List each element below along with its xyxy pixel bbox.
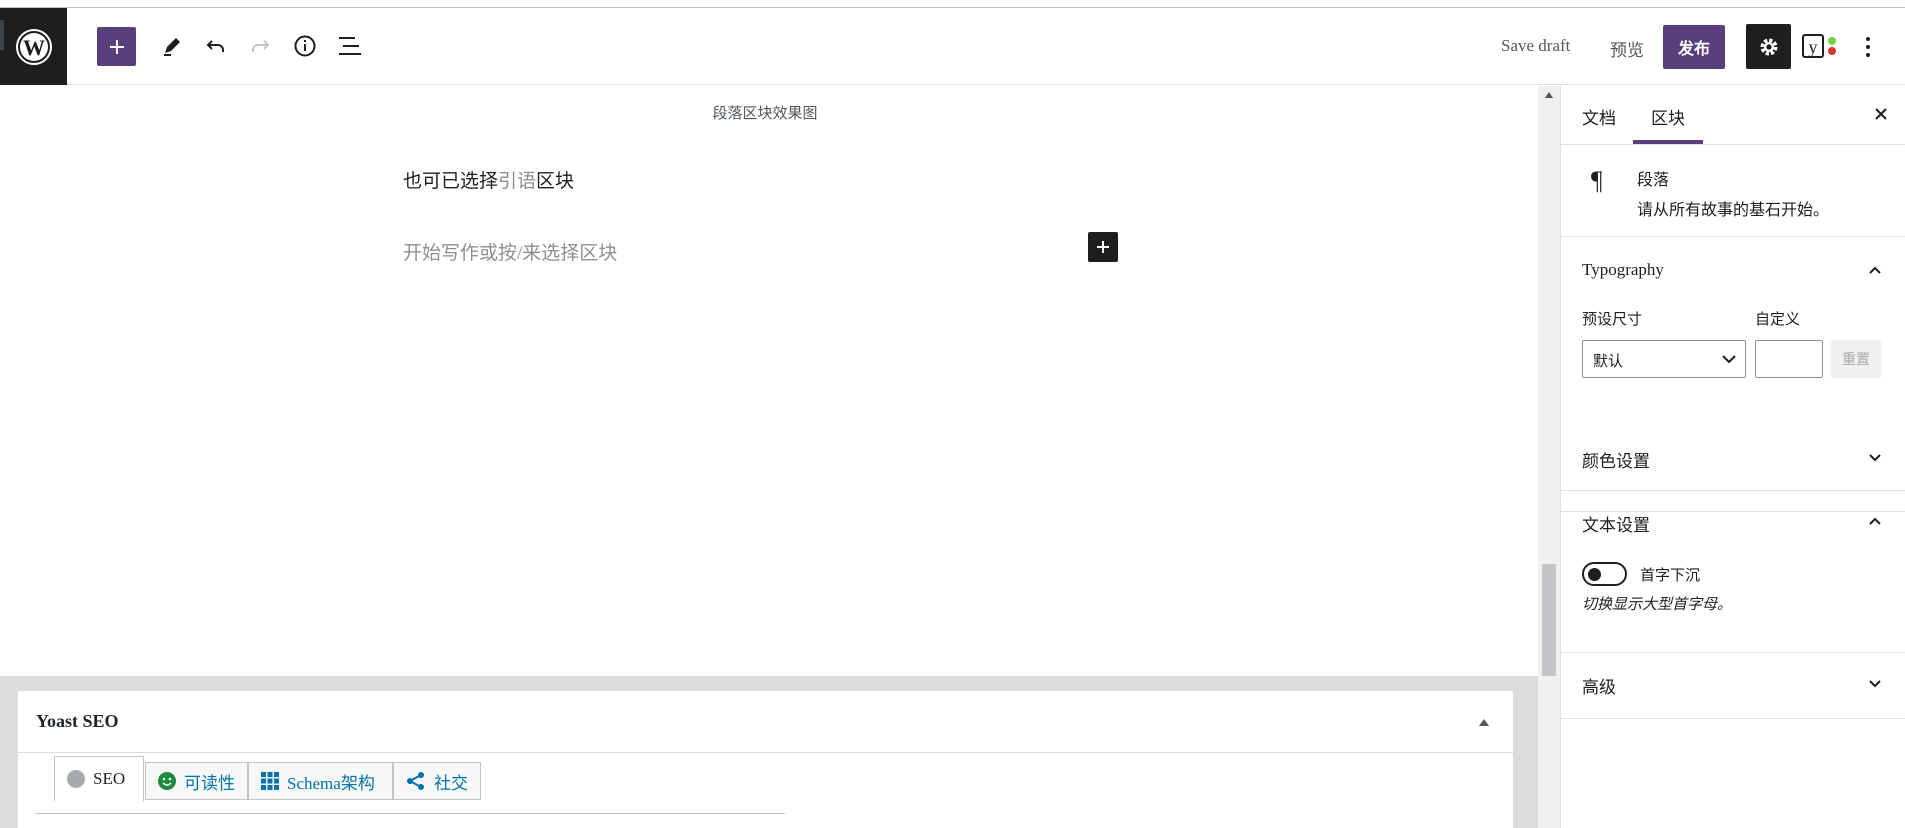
chevron-up-icon[interactable] xyxy=(1868,514,1882,528)
wordpress-logo-button[interactable]: W xyxy=(0,8,67,85)
details-button[interactable] xyxy=(285,26,325,66)
wordpress-icon: W xyxy=(15,28,52,65)
drop-cap-help: 切换显示大型首字母。 xyxy=(1582,597,1733,613)
block-card: ¶ 段落 请从所有故事的基石开始。 xyxy=(1561,146,1905,237)
list-view-button[interactable] xyxy=(330,26,370,66)
editor-header: W Save draft 预览 发布 y xyxy=(0,8,1905,85)
grey-circle-icon xyxy=(67,770,85,788)
advanced-title[interactable]: 高级 xyxy=(1582,673,1616,698)
yoast-icon: y xyxy=(1802,34,1836,58)
block-description: 请从所有故事的基石开始。 xyxy=(1637,202,1830,219)
paragraph-block[interactable]: 也可已选择引语区块 xyxy=(403,166,574,193)
top-border xyxy=(0,0,1905,8)
list-view-icon xyxy=(339,37,361,55)
settings-sidebar: 文档 区块 ¶ 段落 请从所有故事的基石开始。 Typography 预设尺寸 … xyxy=(1560,86,1905,828)
yoast-seo-metabox: Yoast SEO xyxy=(17,690,1514,828)
metabox-title: Yoast SEO xyxy=(36,711,119,731)
color-settings-title[interactable]: 颜色设置 xyxy=(1582,447,1650,472)
tools-button[interactable] xyxy=(152,26,192,66)
block-inserter-button[interactable] xyxy=(97,27,136,66)
metabox-header[interactable]: Yoast SEO xyxy=(18,691,1513,753)
tab-label: Schema架构 xyxy=(287,773,375,793)
close-icon xyxy=(1875,108,1887,120)
advanced-panel: 高级 xyxy=(1561,653,1905,719)
svg-text:y: y xyxy=(1809,37,1818,57)
reset-button[interactable]: 重置 xyxy=(1831,340,1881,378)
gear-icon xyxy=(1760,38,1777,55)
text-settings-title[interactable]: 文本设置 xyxy=(1582,511,1650,536)
chevron-up-icon[interactable] xyxy=(1868,263,1882,277)
save-draft-button[interactable]: Save draft xyxy=(1501,36,1570,56)
editor-scrollbar[interactable] xyxy=(1538,86,1560,828)
custom-size-input[interactable] xyxy=(1755,340,1823,378)
redo-button[interactable] xyxy=(240,26,280,66)
sidebar-tabs: 文档 区块 xyxy=(1561,86,1905,145)
share-icon xyxy=(407,772,424,790)
tab-schema[interactable]: Schema架构 xyxy=(248,762,393,800)
tab-document[interactable]: 文档 xyxy=(1582,104,1616,129)
typography-panel-title[interactable]: Typography xyxy=(1582,260,1664,280)
paragraph-text: 也可已选择 xyxy=(403,171,499,192)
image-caption[interactable]: 段落区块效果图 xyxy=(0,102,1530,123)
close-sidebar-button[interactable] xyxy=(1869,102,1893,126)
undo-icon xyxy=(206,40,224,52)
tab-readability[interactable]: 可读性 xyxy=(145,762,248,800)
smiley-icon xyxy=(158,772,176,790)
paragraph-text: 区块 xyxy=(536,171,575,192)
block-name: 段落 xyxy=(1637,172,1670,189)
dot xyxy=(1866,37,1870,41)
grid-icon xyxy=(261,772,279,790)
tab-seo[interactable]: SEO xyxy=(54,756,144,802)
paragraph-link-text: 引语 xyxy=(498,171,537,192)
plus-icon xyxy=(1097,241,1109,253)
metabox-area: Yoast SEO SEO 可读性 Schema架构 社交 xyxy=(0,676,1538,828)
chevron-down-icon[interactable] xyxy=(1868,676,1882,690)
tab-social[interactable]: 社交 xyxy=(393,762,481,800)
yoast-button[interactable]: y xyxy=(1799,32,1843,62)
preset-size-label: 预设尺寸 xyxy=(1582,312,1643,328)
more-options-button[interactable] xyxy=(1856,30,1880,64)
chevron-down-icon xyxy=(1722,355,1736,364)
tab-panel-border xyxy=(35,813,785,814)
editor-canvas: 段落区块效果图 也可已选择引语区块 开始写作或按/来选择区块 xyxy=(0,86,1538,676)
tab-label: 可读性 xyxy=(184,773,235,793)
dot xyxy=(1866,53,1870,57)
logo-notch xyxy=(0,20,4,50)
svg-text:W: W xyxy=(23,35,45,60)
preset-size-value: 默认 xyxy=(1593,354,1624,370)
color-settings-panel: 颜色设置 xyxy=(1561,427,1905,491)
inline-inserter-button[interactable] xyxy=(1088,232,1118,262)
undo-button[interactable] xyxy=(196,26,236,66)
toggle-knob xyxy=(1588,568,1601,581)
redo-icon xyxy=(252,40,270,52)
collapse-triangle-icon[interactable] xyxy=(1479,719,1489,726)
plus-icon xyxy=(109,39,124,54)
drop-cap-toggle[interactable] xyxy=(1582,562,1627,586)
publish-button[interactable]: 发布 xyxy=(1663,25,1725,69)
info-icon xyxy=(294,35,316,57)
custom-size-label: 自定义 xyxy=(1755,312,1801,328)
tab-label: 社交 xyxy=(434,773,468,793)
preset-size-select[interactable]: 默认 xyxy=(1582,340,1746,378)
tab-block[interactable]: 区块 xyxy=(1633,104,1703,144)
chevron-down-icon[interactable] xyxy=(1868,450,1882,464)
preview-button[interactable]: 预览 xyxy=(1610,36,1644,61)
drop-cap-label: 首字下沉 xyxy=(1640,568,1701,584)
scrollbar-thumb[interactable] xyxy=(1542,564,1556,676)
settings-button[interactable] xyxy=(1746,24,1791,69)
paragraph-icon: ¶ xyxy=(1591,166,1603,195)
tab-label: SEO xyxy=(93,769,126,788)
empty-paragraph-placeholder[interactable]: 开始写作或按/来选择区块 xyxy=(403,238,617,265)
scroll-up-arrow-icon[interactable] xyxy=(1545,92,1553,98)
dot xyxy=(1866,45,1870,49)
pencil-icon xyxy=(164,38,180,56)
